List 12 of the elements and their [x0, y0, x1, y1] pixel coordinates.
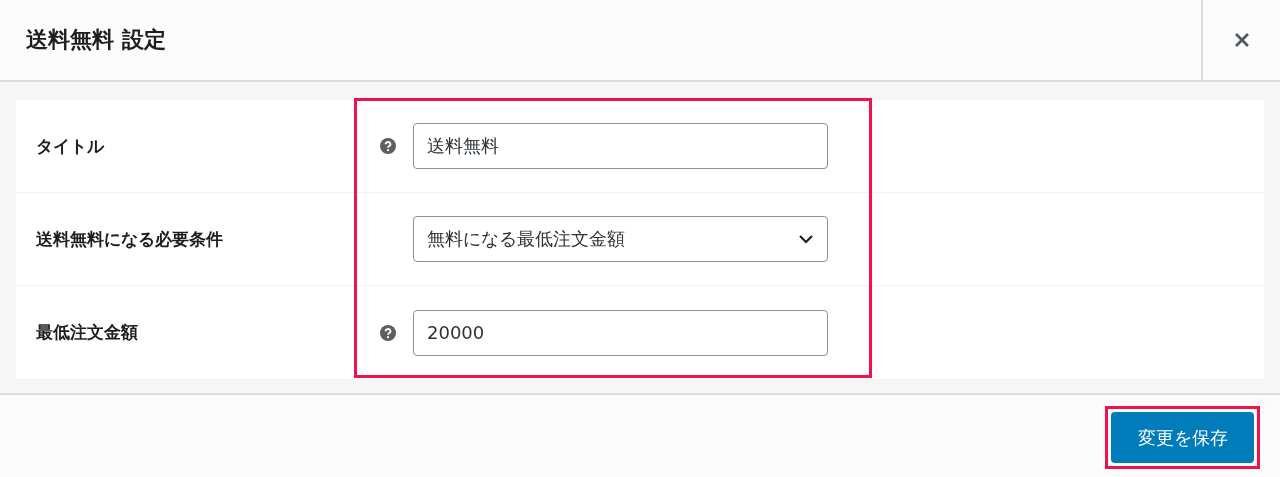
close-icon: [1233, 32, 1250, 48]
field-label: タイトル: [35, 134, 106, 158]
dialog-title: 送料無料 設定: [25, 26, 167, 54]
chevron-down-icon: [798, 234, 814, 244]
save-button[interactable]: 変更を保存: [1111, 412, 1254, 463]
text-field[interactable]: 20000: [413, 309, 828, 356]
text-field[interactable]: 送料無料: [413, 123, 828, 169]
field-label: 送料無料になる必要条件: [35, 227, 224, 251]
field-label: 最低注文金額: [35, 321, 139, 344]
help-icon[interactable]: [380, 324, 396, 341]
select-field[interactable]: 無料になる最低注文金額: [413, 216, 828, 262]
help-icon[interactable]: [380, 138, 396, 154]
